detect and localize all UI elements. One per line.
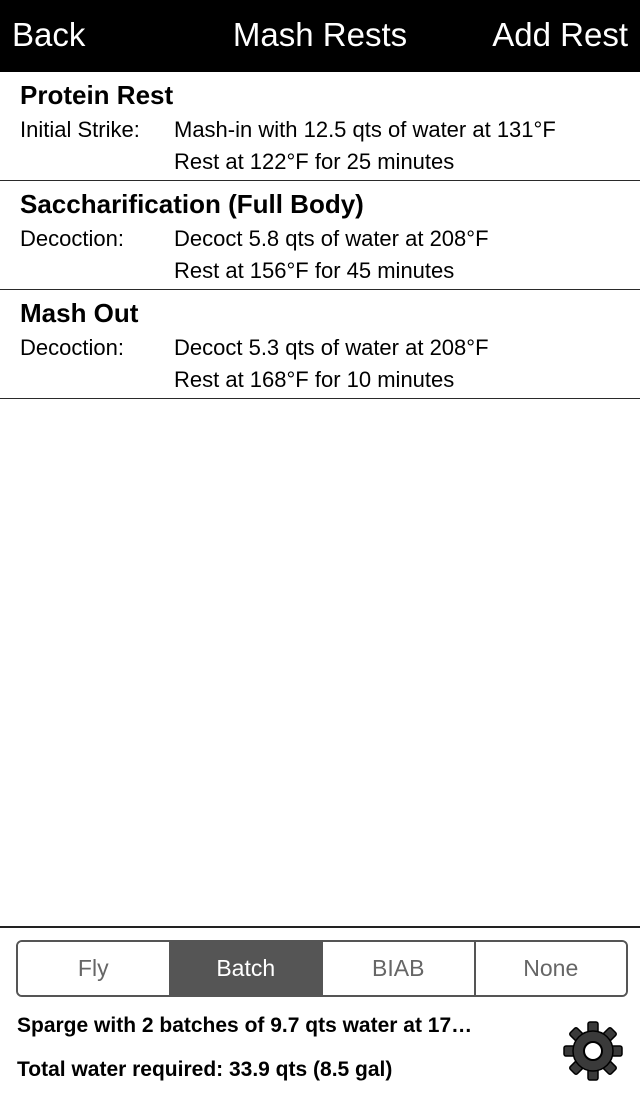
total-water-required: Total water required: 33.9 qts (8.5 gal) — [17, 1058, 393, 1081]
rest-rest-detail: Rest at 122°F for 25 minutes — [174, 149, 455, 174]
rest-type: Initial Strike: — [20, 117, 140, 142]
rest-step-detail: Mash-in with 12.5 qts of water at 131°F — [174, 117, 556, 142]
sparge-option-none[interactable]: None — [475, 942, 626, 995]
rest-step-detail: Decoct 5.3 qts of water at 208°F — [174, 335, 489, 360]
rest-row-mash-out[interactable]: Mash Out Decoction: Decoct 5.3 qts of wa… — [0, 290, 640, 399]
gear-icon — [563, 1021, 623, 1081]
sparge-panel: Fly Batch BIAB None Sparge with 2 batche… — [0, 926, 640, 1096]
rest-row-saccharification[interactable]: Saccharification (Full Body) Decoction: … — [0, 181, 640, 290]
sparge-option-biab[interactable]: BIAB — [323, 942, 476, 995]
add-rest-button[interactable]: Add Rest — [492, 0, 628, 72]
rest-name: Mash Out — [20, 298, 139, 328]
rest-name: Saccharification (Full Body) — [20, 189, 364, 219]
sparge-summary: Sparge with 2 batches of 9.7 qts water a… — [17, 1014, 473, 1037]
sparge-option-batch[interactable]: Batch — [170, 942, 323, 995]
rest-rest-detail: Rest at 156°F for 45 minutes — [174, 258, 455, 283]
rest-rest-detail: Rest at 168°F for 10 minutes — [174, 367, 455, 392]
rest-name: Protein Rest — [20, 80, 174, 110]
sparge-option-fly[interactable]: Fly — [18, 942, 171, 995]
rest-step-detail: Decoct 5.8 qts of water at 208°F — [174, 226, 489, 251]
mash-rests-screen: Mash Rests Back Add Rest Protein Rest In… — [0, 0, 640, 1096]
sparge-method-selector: Fly Batch BIAB None — [16, 940, 628, 997]
rest-row-protein[interactable]: Protein Rest Initial Strike: Mash-in wit… — [0, 72, 640, 181]
navigation-bar: Mash Rests Back Add Rest — [0, 0, 640, 72]
rest-type: Decoction: — [20, 226, 124, 251]
rest-type: Decoction: — [20, 335, 124, 360]
settings-button[interactable] — [562, 1020, 624, 1082]
rest-list: Protein Rest Initial Strike: Mash-in wit… — [0, 72, 640, 399]
back-button[interactable]: Back — [12, 0, 85, 72]
